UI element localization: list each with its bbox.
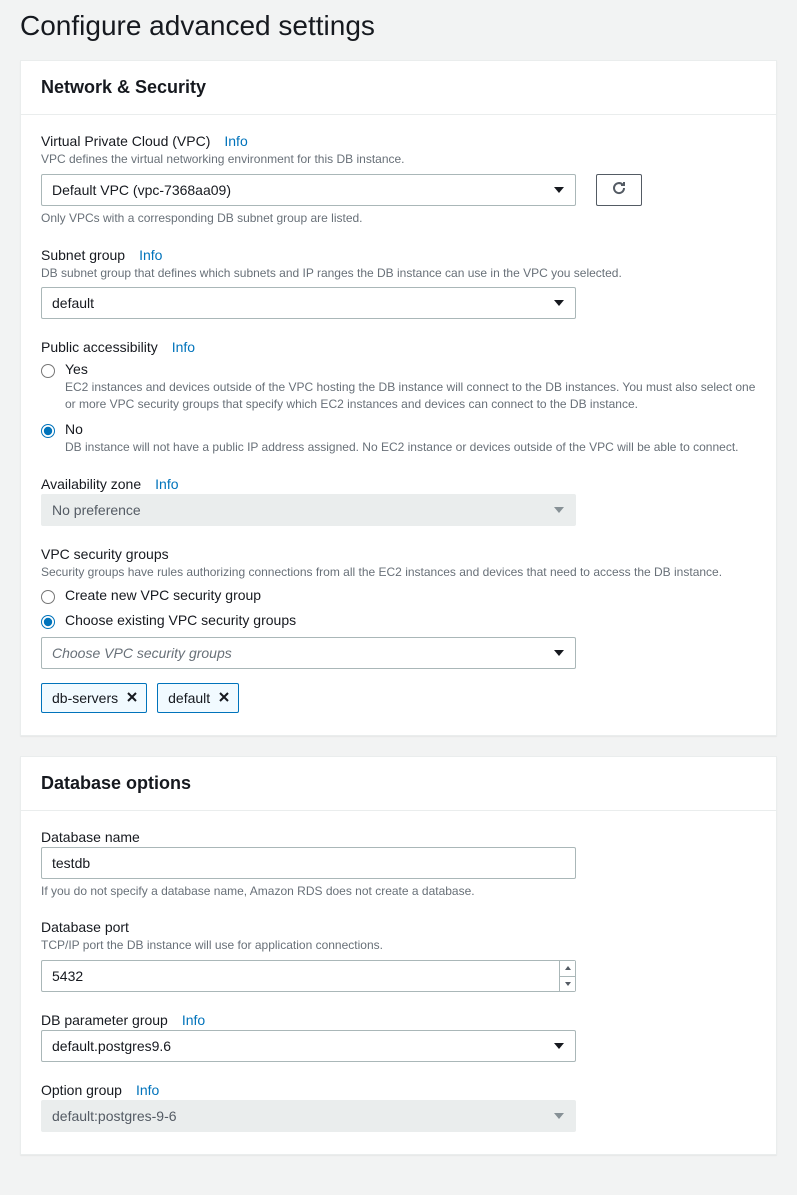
vpc-hint: Only VPCs with a corresponding DB subnet…: [41, 210, 756, 227]
vpc-group: Virtual Private Cloud (VPC) Info VPC def…: [41, 133, 756, 227]
chevron-down-icon: [554, 507, 564, 513]
subnet-info-link[interactable]: Info: [139, 247, 162, 263]
refresh-button[interactable]: [596, 174, 642, 206]
subnet-select-value: default: [52, 295, 94, 311]
dbport-input[interactable]: [41, 960, 576, 992]
paramgroup-group: DB parameter group Info default.postgres…: [41, 1012, 756, 1062]
dbport-decrement-button[interactable]: [560, 977, 575, 992]
sg-tag: db-servers: [41, 683, 147, 713]
vpc-select-value: Default VPC (vpc-7368aa09): [52, 182, 231, 198]
chevron-down-icon: [554, 1113, 564, 1119]
paramgroup-select-value: default.postgres9.6: [52, 1038, 171, 1054]
public-info-link[interactable]: Info: [172, 339, 195, 355]
paramgroup-info-link[interactable]: Info: [182, 1012, 205, 1028]
public-no-option[interactable]: No DB instance will not have a public IP…: [41, 421, 756, 456]
chevron-down-icon: [565, 982, 571, 986]
dbname-input[interactable]: [41, 847, 576, 879]
sg-tags-row: db-servers default: [41, 683, 756, 713]
optiongroup-select: default:postgres-9-6: [41, 1100, 576, 1132]
sg-tag-label: default: [168, 690, 210, 706]
optiongroup-info-link[interactable]: Info: [136, 1082, 159, 1098]
az-info-link[interactable]: Info: [155, 476, 178, 492]
dbname-label: Database name: [41, 829, 140, 845]
page-title: Configure advanced settings: [20, 10, 777, 42]
dbname-group: Database name If you do not specify a da…: [41, 829, 756, 900]
chevron-down-icon: [554, 1043, 564, 1049]
network-security-panel: Network & Security Virtual Private Cloud…: [20, 60, 777, 736]
chevron-up-icon: [565, 966, 571, 970]
sg-create-option[interactable]: Create new VPC security group: [41, 587, 756, 604]
optiongroup-group: Option group Info default:postgres-9-6: [41, 1082, 756, 1132]
network-security-heading: Network & Security: [41, 77, 756, 98]
vpc-select[interactable]: Default VPC (vpc-7368aa09): [41, 174, 576, 206]
chevron-down-icon: [554, 650, 564, 656]
sg-create-label: Create new VPC security group: [65, 587, 756, 603]
public-no-radio[interactable]: [41, 424, 55, 438]
dbname-hint: If you do not specify a database name, A…: [41, 883, 756, 900]
sg-tag: default: [157, 683, 239, 713]
sg-tag-remove-button[interactable]: [218, 690, 230, 706]
database-options-panel: Database options Database name If you do…: [20, 756, 777, 1156]
optiongroup-label: Option group: [41, 1082, 122, 1098]
close-icon: [126, 690, 138, 706]
dbport-group: Database port TCP/IP port the DB instanc…: [41, 919, 756, 992]
public-no-label: No: [65, 421, 756, 437]
vpc-label: Virtual Private Cloud (VPC): [41, 133, 210, 149]
subnet-label: Subnet group: [41, 247, 125, 263]
sg-choose-option[interactable]: Choose existing VPC security groups: [41, 612, 756, 629]
paramgroup-label: DB parameter group: [41, 1012, 168, 1028]
chevron-down-icon: [554, 187, 564, 193]
public-yes-label: Yes: [65, 361, 756, 377]
sg-choose-radio[interactable]: [41, 615, 55, 629]
dbport-increment-button[interactable]: [560, 961, 575, 977]
sg-tag-remove-button[interactable]: [126, 690, 138, 706]
dbport-desc: TCP/IP port the DB instance will use for…: [41, 937, 756, 954]
sg-label: VPC security groups: [41, 546, 169, 562]
chevron-down-icon: [554, 300, 564, 306]
subnet-group: Subnet group Info DB subnet group that d…: [41, 247, 756, 320]
subnet-select[interactable]: default: [41, 287, 576, 319]
paramgroup-select[interactable]: default.postgres9.6: [41, 1030, 576, 1062]
sg-create-radio[interactable]: [41, 590, 55, 604]
subnet-desc: DB subnet group that defines which subne…: [41, 265, 756, 282]
public-yes-radio[interactable]: [41, 364, 55, 378]
sg-choose-label: Choose existing VPC security groups: [65, 612, 756, 628]
public-yes-option[interactable]: Yes EC2 instances and devices outside of…: [41, 361, 756, 413]
vpc-desc: VPC defines the virtual networking envir…: [41, 151, 756, 168]
optiongroup-select-value: default:postgres-9-6: [52, 1108, 177, 1124]
public-yes-desc: EC2 instances and devices outside of the…: [65, 379, 756, 413]
vpc-info-link[interactable]: Info: [224, 133, 247, 149]
az-select: No preference: [41, 494, 576, 526]
public-label: Public accessibility: [41, 339, 158, 355]
public-no-desc: DB instance will not have a public IP ad…: [65, 439, 756, 456]
public-accessibility-group: Public accessibility Info Yes EC2 instan…: [41, 339, 756, 455]
sg-select[interactable]: Choose VPC security groups: [41, 637, 576, 669]
refresh-icon: [611, 180, 627, 199]
az-select-value: No preference: [52, 502, 141, 518]
security-groups-group: VPC security groups Security groups have…: [41, 546, 756, 713]
az-label: Availability zone: [41, 476, 141, 492]
sg-select-placeholder: Choose VPC security groups: [52, 645, 232, 661]
close-icon: [218, 690, 230, 706]
az-group: Availability zone Info No preference: [41, 476, 756, 526]
dbport-label: Database port: [41, 919, 129, 935]
database-options-heading: Database options: [41, 773, 756, 794]
sg-tag-label: db-servers: [52, 690, 118, 706]
sg-desc: Security groups have rules authorizing c…: [41, 564, 756, 581]
